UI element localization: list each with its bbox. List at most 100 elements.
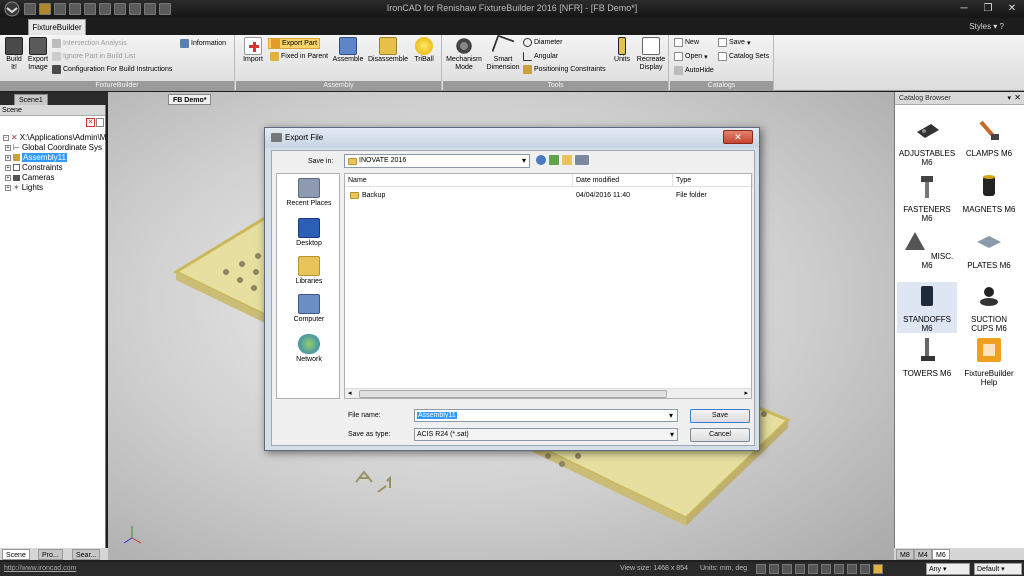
column-header-name[interactable]: Name (345, 174, 573, 187)
units-button[interactable]: Units (611, 37, 633, 64)
recreate-display-button[interactable]: Recreate Display (635, 37, 667, 72)
ignore-part-button[interactable]: Ignore Part in Build List (52, 52, 135, 61)
disassemble-button[interactable]: Disassemble (368, 37, 408, 64)
mode-select[interactable]: Default ▾ (974, 563, 1022, 575)
scroll-left-icon[interactable]: ◂ (348, 389, 352, 397)
file-row-backup[interactable]: Backup 04/04/2016 11:40 File folder (345, 190, 751, 202)
pin-icon[interactable]: ▾ (1007, 94, 1011, 102)
place-desktop[interactable]: Desktop (277, 218, 341, 247)
rotate-icon[interactable] (769, 564, 779, 574)
new-catalog-button[interactable]: New (674, 38, 699, 47)
build-it-button[interactable]: Build It! (3, 37, 25, 72)
diameter-button[interactable]: Diameter (523, 38, 562, 47)
catalog-item-suction-cups[interactable]: SUCTION CUPS M6 (959, 282, 1019, 333)
save-button[interactable]: Save (690, 409, 750, 423)
expand-icon[interactable]: + (5, 154, 11, 161)
expand-icon[interactable]: + (5, 184, 11, 191)
dialog-title-bar[interactable]: Export File ✕ (265, 128, 759, 148)
tree-item-lights[interactable]: + ✶ Lights (5, 183, 43, 192)
autohide-button[interactable]: AutoHide (674, 66, 714, 75)
tab-fixturebuilder[interactable]: FixtureBuilder (28, 19, 86, 35)
chevron-down-icon[interactable]: ▾ (668, 410, 674, 421)
place-libraries[interactable]: Libraries (277, 256, 341, 285)
view-menu-icon[interactable] (575, 155, 589, 165)
back-icon[interactable] (536, 155, 546, 165)
catalog-item-adjustables[interactable]: ADJUSTABLES M6 (897, 116, 957, 167)
export-image-button[interactable]: Export Image (26, 37, 50, 72)
scroll-right-icon[interactable]: ▸ (744, 389, 748, 397)
tab-search[interactable]: Sear... (72, 549, 101, 560)
new-folder-icon[interactable] (562, 155, 572, 165)
tab-m6[interactable]: M6 (932, 549, 950, 560)
expand-icon[interactable]: + (5, 174, 11, 181)
tab-scene1[interactable]: Scene1 (14, 94, 48, 105)
place-network[interactable]: Network (277, 334, 341, 363)
column-header-date-modified[interactable]: Date modified (573, 174, 673, 187)
expand-icon[interactable]: − (3, 134, 9, 141)
close-icon[interactable]: ✕ (1000, 0, 1024, 18)
positioning-constraints-button[interactable]: Positioning Constraints (523, 65, 606, 74)
open-catalog-button[interactable]: Open ▾ (674, 52, 708, 61)
catalog-item-magnets[interactable]: MAGNETS M6 (959, 172, 1019, 214)
catalog-item-towers[interactable]: TOWERS M6 (897, 336, 957, 378)
smart-dimension-button[interactable]: Smart Dimension (485, 34, 521, 72)
cancel-button[interactable]: Cancel (690, 428, 750, 442)
zoom-icon[interactable] (795, 564, 805, 574)
catalog-item-standoffs[interactable]: STANDOFFS M6 (897, 282, 957, 333)
column-header-type[interactable]: Type (673, 174, 753, 187)
file-name-input[interactable]: Assembly11 ▾ (414, 409, 678, 422)
file-list[interactable]: Name Date modified Type Backup 04/04/201… (344, 173, 753, 399)
catalog-sets-button[interactable]: Catalog Sets (718, 52, 769, 61)
view-icon[interactable] (756, 564, 766, 574)
export-part-button[interactable]: Export Part (268, 38, 321, 49)
configuration-button[interactable]: Configuration For Build Instructions (52, 65, 172, 74)
assemble-button[interactable]: Assemble (332, 37, 364, 64)
catalog-item-misc[interactable]: MISC. M6 (897, 228, 957, 270)
catalog-item-plates[interactable]: PLATES M6 (959, 228, 1019, 270)
scrollbar-thumb[interactable] (359, 390, 667, 398)
tree-item-assembly11[interactable]: + Assembly11 (5, 153, 67, 162)
close-panel-icon[interactable]: ✕ (86, 118, 95, 127)
pan-icon[interactable] (782, 564, 792, 574)
tree-item-cameras[interactable]: + Cameras (5, 173, 54, 182)
chevron-down-icon[interactable]: ▾ (670, 429, 674, 440)
minimize-icon[interactable]: ─ (952, 0, 976, 18)
render-icon[interactable] (821, 564, 831, 574)
triball-button[interactable]: TriBall (412, 37, 436, 64)
shade-icon[interactable] (834, 564, 844, 574)
grid-panel-icon[interactable] (96, 118, 104, 127)
horizontal-scrollbar[interactable]: ◂ ▸ (345, 388, 751, 398)
save-as-type-select[interactable]: ACIS R24 (*.sat) ▾ (414, 428, 678, 441)
close-catalog-icon[interactable]: ✕ (1014, 93, 1021, 102)
tree-item-constraints[interactable]: + Constraints (5, 163, 62, 172)
place-recent-places[interactable]: Recent Places (277, 178, 341, 207)
expand-icon[interactable]: + (5, 144, 11, 151)
save-in-select[interactable]: INOVATE 2016 (344, 154, 530, 168)
catalog-item-fixturebuilder-help[interactable]: FixtureBuilder Help (959, 336, 1019, 387)
mechanism-mode-button[interactable]: Mechanism Mode (445, 37, 483, 72)
website-link[interactable]: http://www.ironcad.com (4, 565, 76, 572)
up-folder-icon[interactable] (549, 155, 559, 165)
tab-m4[interactable]: M4 (914, 549, 932, 560)
restore-icon[interactable]: ❐ (976, 0, 1000, 18)
tree-item-global-coordinate-system[interactable]: + ⊢ Global Coordinate Sys (5, 143, 102, 152)
dialog-close-button[interactable]: ✕ (723, 130, 753, 144)
wireframe-icon[interactable] (847, 564, 857, 574)
catalog-item-clamps[interactable]: CLAMPS M6 (959, 116, 1019, 158)
import-button[interactable]: Import (240, 37, 266, 64)
expand-icon[interactable]: + (5, 164, 11, 171)
select-mode-icon[interactable] (873, 564, 883, 574)
tab-properties[interactable]: Pro... (38, 549, 63, 560)
angular-button[interactable]: Angular (523, 52, 558, 61)
tree-item-root[interactable]: − ✕ X:\Applications\Admin\M (3, 133, 106, 142)
fixed-in-parent-button[interactable]: Fixed in Parent (270, 52, 328, 61)
save-catalog-button[interactable]: Save ▾ (718, 38, 750, 47)
help-icon[interactable]: ? (1000, 22, 1004, 31)
place-computer[interactable]: Computer (277, 294, 341, 323)
information-button[interactable]: Information (180, 39, 226, 48)
intersection-analysis-button[interactable]: Intersection Analysis (52, 39, 127, 48)
filter-select[interactable]: Any ▾ (926, 563, 970, 575)
styles-menu[interactable]: Styles ▾ ? (969, 22, 1004, 31)
perspective-icon[interactable] (860, 564, 870, 574)
catalog-item-fasteners[interactable]: FASTENERS M6 (897, 172, 957, 223)
